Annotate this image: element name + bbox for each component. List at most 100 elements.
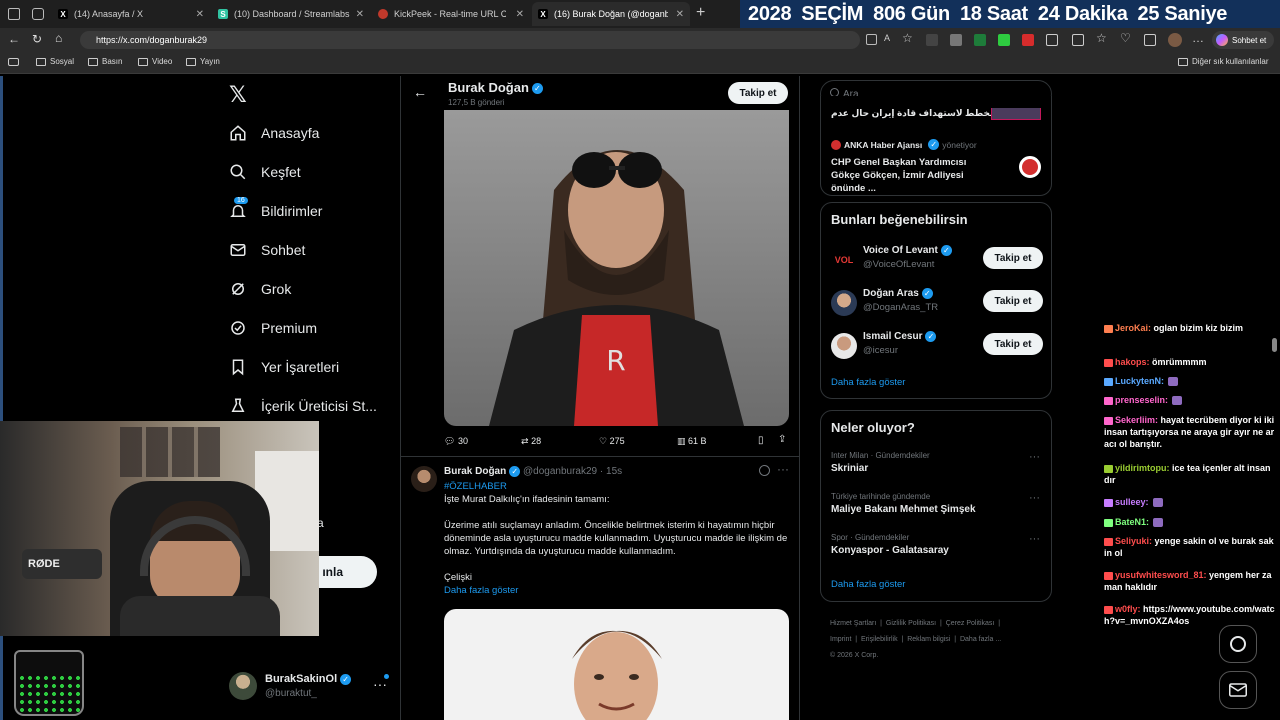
heart-icon[interactable]: ♡: [1120, 31, 1131, 45]
collections-icon[interactable]: [1144, 34, 1156, 46]
more-icon[interactable]: ···: [1029, 492, 1040, 504]
footer-link[interactable]: Çerez Politikası: [946, 620, 995, 627]
split-screen-icon[interactable]: [1072, 34, 1084, 46]
extension-icon[interactable]: [1022, 34, 1034, 46]
suggestion-row[interactable]: Doğan Aras ✓ @DoganAras_TR Takip et: [831, 286, 1043, 318]
footer-link[interactable]: Erişilebilirlik: [861, 636, 898, 643]
view-count: 61 B: [688, 436, 707, 446]
tab-x-home[interactable]: X (14) Anasayfa / X ✕: [52, 2, 210, 26]
views-action[interactable]: ▥ 61 B: [677, 436, 707, 447]
news-headline-fragment[interactable]: مخطط لاستهداف قادة إيران حال عدم: [831, 108, 996, 119]
post-author-name[interactable]: Burak Doğan: [444, 466, 506, 477]
show-more-link[interactable]: Daha fazla göster: [444, 584, 789, 597]
trend-item[interactable]: Inter Milan · Gündemdekiler Skriniar ···: [831, 451, 1043, 481]
url-bar[interactable]: https://x.com/doganburak29: [80, 31, 860, 49]
anka-logo-icon: [831, 139, 841, 150]
show-more-link[interactable]: Daha fazla göster: [831, 579, 905, 590]
post-author-handle[interactable]: @doganburak29: [523, 466, 597, 477]
share-icon[interactable]: ⇪: [778, 434, 786, 445]
scrollbar-thumb[interactable]: [1272, 338, 1277, 352]
chat-copilot-button[interactable]: Sohbet et: [1212, 31, 1274, 49]
grok-floating-button[interactable]: [1219, 625, 1257, 663]
follow-button[interactable]: Takip et: [983, 247, 1043, 269]
bookmark-folder[interactable]: Yayın: [186, 57, 220, 66]
extension-icon[interactable]: [950, 34, 962, 46]
tab-actions-icon[interactable]: [8, 8, 20, 20]
news-thumbnail[interactable]: [991, 108, 1041, 120]
back-icon[interactable]: ←: [8, 32, 20, 46]
post-image[interactable]: R: [444, 110, 789, 426]
translate-icon[interactable]: A: [884, 33, 890, 43]
chat-text: oglan bizim kiz bizim: [1151, 323, 1244, 333]
post-image[interactable]: [444, 609, 789, 720]
tab-profile[interactable]: X (16) Burak Doğan (@doganburak29 ✕: [532, 2, 690, 26]
extension-icon[interactable]: [998, 34, 1010, 46]
like-action[interactable]: ♡ 275: [599, 436, 625, 447]
grok-icon[interactable]: [759, 465, 770, 476]
chat-text: ömrümmmm: [1149, 357, 1207, 367]
messages-floating-button[interactable]: [1219, 671, 1257, 709]
x-logo-icon[interactable]: 𝕏: [229, 82, 247, 108]
favorites-icon[interactable]: ☆: [1096, 31, 1107, 45]
follow-button[interactable]: Takip et: [728, 82, 788, 104]
avatar[interactable]: [411, 466, 437, 492]
star-icon[interactable]: ☆: [902, 31, 913, 45]
workspaces-icon[interactable]: [32, 8, 44, 20]
puzzle-icon[interactable]: [1046, 34, 1058, 46]
footer-link[interactable]: Reklam bilgisi: [907, 636, 950, 643]
trend-item[interactable]: Türkiye tarihinde gündemde Maliye Bakanı…: [831, 492, 1043, 522]
bookmark-folder[interactable]: Video: [138, 57, 172, 66]
more-icon[interactable]: ···: [1029, 533, 1040, 545]
reply-action[interactable]: 💬︎ 30: [444, 436, 468, 447]
follow-button[interactable]: Takip et: [983, 333, 1043, 355]
bookmark-folder[interactable]: Sosyal: [36, 57, 74, 66]
follow-button[interactable]: Takip et: [983, 290, 1043, 312]
footer-link[interactable]: Gizlilik Politikası: [886, 620, 936, 627]
close-icon[interactable]: ✕: [356, 9, 364, 20]
close-icon[interactable]: ✕: [676, 9, 684, 20]
close-icon[interactable]: ✕: [516, 9, 524, 20]
close-icon[interactable]: ✕: [196, 9, 204, 20]
tab-streamlabs[interactable]: S (10) Dashboard / Streamlabs ✕: [212, 2, 370, 26]
nav-bookmarks[interactable]: Yer İşaretleri: [229, 358, 339, 376]
reading-list-icon[interactable]: [8, 58, 19, 66]
extension-icon[interactable]: [974, 34, 986, 46]
news-headline[interactable]: CHP Genel Başkan Yardımcısı Gökçe Gökçen…: [831, 156, 996, 195]
footer-link[interactable]: Hizmet Şartları: [830, 620, 876, 627]
footer-link[interactable]: Imprint: [830, 636, 851, 643]
nav-home[interactable]: Anasayfa: [229, 124, 319, 142]
new-tab-icon[interactable]: +: [696, 4, 705, 22]
suggestion-row[interactable]: Ismail Cesur ✓ @icesur Takip et: [831, 329, 1043, 361]
chat-badge-icon: [1104, 464, 1113, 473]
extension-icon[interactable]: [926, 34, 938, 46]
tab-kickpeek[interactable]: KickPeek - Real-time URL Crawler ✕: [372, 2, 530, 26]
back-arrow-icon[interactable]: ←: [413, 84, 427, 100]
suggestion-row[interactable]: VOL Voice Of Levant ✓ @VoiceOfLevant Taki…: [831, 243, 1043, 275]
nav-explore[interactable]: Keşfet: [229, 163, 301, 181]
account-switcher[interactable]: BurakSakinOl ✓ @buraktut_ ···: [229, 670, 394, 704]
nav-premium[interactable]: Premium: [229, 319, 317, 337]
more-icon[interactable]: …: [1192, 31, 1204, 45]
nav-creator-studio[interactable]: İçerik Üreticisi St...: [229, 397, 377, 415]
nav-chat[interactable]: Sohbet: [229, 241, 305, 259]
home-icon[interactable]: ⌂: [55, 31, 62, 45]
verified-icon: ✓: [531, 83, 543, 95]
repost-action[interactable]: ⇄ 28: [521, 436, 541, 447]
other-bookmarks[interactable]: Diğer sık kullanılanlar: [1178, 57, 1268, 66]
bookmark-folder[interactable]: Basın: [88, 57, 122, 66]
show-more-link[interactable]: Daha fazla göster: [831, 377, 905, 388]
news-thumbnail[interactable]: [1019, 156, 1041, 178]
post-time[interactable]: 15s: [606, 466, 622, 477]
footer-link[interactable]: Daha fazla ...: [960, 636, 1001, 643]
refresh-icon[interactable]: ↻: [32, 32, 42, 46]
trend-item[interactable]: Spor · Gündemdekiler Konyaspor - Galatas…: [831, 533, 1043, 563]
nav-grok[interactable]: Grok: [229, 280, 291, 298]
post-hashtag[interactable]: #ÖZELHABER: [444, 480, 789, 493]
bookmark-icon[interactable]: ▯: [758, 435, 764, 446]
more-icon[interactable]: ···: [777, 462, 789, 476]
avatar[interactable]: [1168, 33, 1182, 47]
nav-notifications[interactable]: 16 Bildirimler: [229, 197, 322, 220]
extension-icon[interactable]: [866, 34, 877, 45]
more-icon[interactable]: ···: [1029, 451, 1040, 463]
news-source[interactable]: ANKA Haber Ajansı ✓ yönetiyor: [831, 139, 977, 150]
